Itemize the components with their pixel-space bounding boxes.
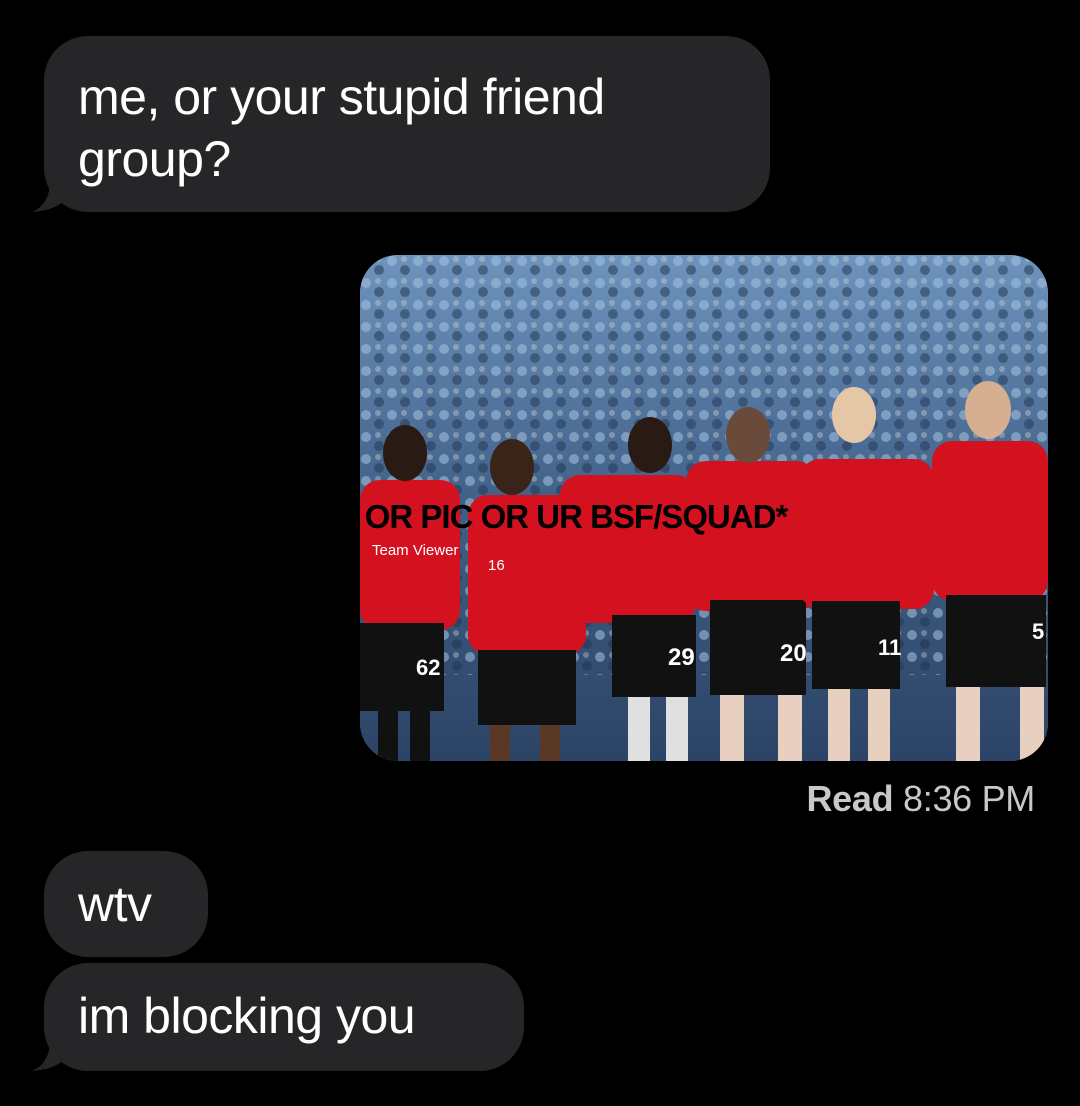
overlay-caption: *VID OR PIC OR UR BSF/SQUAD*	[292, 498, 789, 535]
svg-text:11: 11	[878, 635, 901, 660]
read-time: 8:36 PM	[903, 778, 1035, 819]
svg-text:16: 16	[488, 557, 505, 574]
message-text: me, or your stupid friend group?	[78, 69, 605, 187]
bubble-tail-icon	[32, 180, 72, 212]
svg-text:62: 62	[416, 655, 440, 680]
svg-text:5: 5	[1032, 619, 1044, 644]
svg-text:Team Viewer: Team Viewer	[372, 542, 458, 559]
received-message-bubble[interactable]: me, or your stupid friend group?	[32, 36, 770, 212]
read-label: Read	[806, 778, 894, 819]
read-receipt: Read 8:36 PM	[806, 778, 1035, 820]
svg-text:29: 29	[668, 644, 695, 671]
received-message-bubble[interactable]: im blocking you	[32, 963, 524, 1071]
received-message-bubble[interactable]: wtv	[44, 851, 208, 957]
svg-text:20: 20	[780, 640, 807, 667]
message-text: wtv	[78, 876, 152, 932]
message-text: im blocking you	[78, 988, 416, 1044]
bubble-tail-icon	[32, 1039, 72, 1071]
